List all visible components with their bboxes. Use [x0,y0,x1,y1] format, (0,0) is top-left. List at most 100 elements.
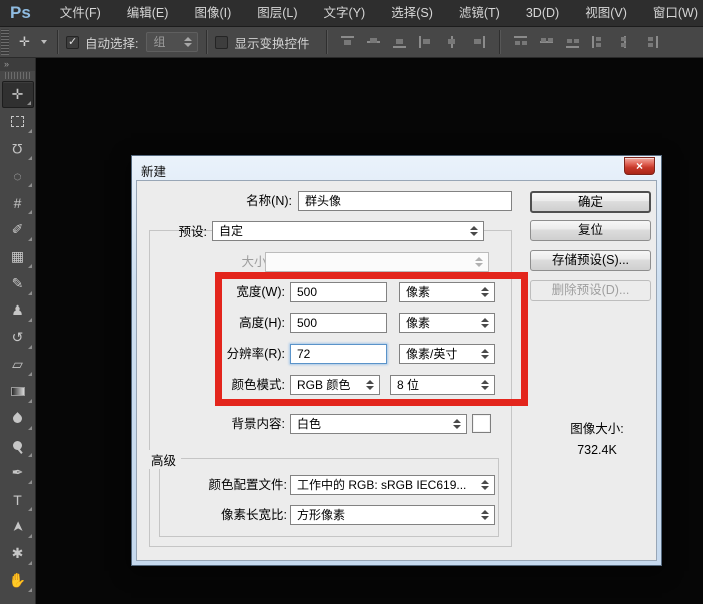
panel-grip[interactable] [5,72,30,79]
separator [498,30,500,54]
spot-healing-brush-tool-icon[interactable]: ▦ [2,243,34,270]
spinner-icon [453,419,461,429]
ok-button[interactable]: 确定 [530,191,651,213]
spinner-icon [481,349,489,359]
new-document-dialog: 新建 × 名称(N): 群头像 预设: 自定 大小: 宽度(W): 500 像素… [131,155,662,566]
distribute-horizontal-centers-icon[interactable] [617,35,633,49]
lasso-tool-icon[interactable]: Ω [2,135,34,162]
move-tool-preset-icon[interactable]: ✛ [15,31,49,53]
auto-select-target-dropdown[interactable]: 组 [146,32,199,52]
background-contents-dropdown[interactable]: 白色 [290,414,467,434]
tools-panel: » ✛ Ω ◌ # ✐ ▦ ✎ ♟ ↺ ▱ ✒ T ➤ ✱ ✋ ○ [0,58,36,604]
spinner-icon [481,510,489,520]
advanced-label: 高级 [146,450,182,469]
align-horizontal-centers-icon[interactable] [444,35,460,49]
distribute-right-edges-icon[interactable] [643,35,659,49]
distribute-top-edges-icon[interactable] [513,35,529,49]
background-contents-label: 背景内容: [231,417,285,431]
align-bottom-edges-icon[interactable] [392,35,408,49]
align-vertical-centers-icon[interactable] [366,35,382,49]
distribute-vertical-centers-icon[interactable] [539,35,555,49]
menu-view[interactable]: 视图(V) [572,0,640,27]
align-left-edges-icon[interactable] [418,35,434,49]
chevron-down-icon [41,40,47,44]
spinner-icon [184,37,193,47]
spinner-icon [470,226,478,236]
hand-tool-icon[interactable]: ✋ [2,567,34,594]
brush-tool-icon[interactable]: ✎ [2,270,34,297]
menu-window[interactable]: 窗口(W) [640,0,703,27]
dialog-title: 新建 [141,165,167,179]
name-input[interactable]: 群头像 [298,191,512,211]
close-icon[interactable]: × [624,157,655,175]
blur-tool-icon[interactable] [2,405,34,432]
distribute-left-edges-icon[interactable] [591,35,607,49]
eyedropper-tool-icon[interactable]: ✐ [2,216,34,243]
show-transform-controls-label: 显示变换控件 [234,36,310,51]
color-mode-dropdown[interactable]: RGB 颜色 [290,375,380,395]
resolution-label: 分辨率(R): [226,347,285,361]
tool-options-bar: ✛ 自动选择: 组 显示变换控件 [0,27,703,58]
color-profile-dropdown[interactable]: 工作中的 RGB: sRGB IEC619... [290,475,495,495]
preset-dropdown[interactable]: 自定 [212,221,484,241]
dialog-title-bar[interactable]: 新建 × [132,156,661,180]
distribute-bottom-edges-icon[interactable] [565,35,581,49]
reset-button[interactable]: 复位 [530,220,651,241]
quick-selection-tool-icon[interactable]: ◌ [2,162,34,189]
menu-file[interactable]: 文件(F) [47,0,114,27]
spinner-icon [481,287,489,297]
auto-select-label: 自动选择: [85,36,139,51]
image-size-value: 732.4K [577,443,617,457]
menu-layer[interactable]: 图层(L) [244,0,310,27]
width-input[interactable]: 500 [290,282,387,302]
history-brush-tool-icon[interactable]: ↺ [2,324,34,351]
preset-label: 预设: [178,225,207,239]
move-tool-icon[interactable]: ✛ [1,81,34,108]
height-unit-dropdown[interactable]: 像素 [399,313,495,333]
show-transform-controls-checkbox[interactable] [215,35,229,49]
resolution-input[interactable]: 72 [290,344,387,364]
separator [57,30,58,54]
align-right-edges-icon[interactable] [470,35,486,49]
spinner-icon [481,480,489,490]
options-bar-grip[interactable] [1,29,9,55]
menu-image[interactable]: 图像(I) [181,0,244,27]
type-tool-icon[interactable]: T [2,486,34,513]
crop-tool-icon[interactable]: # [2,189,34,216]
custom-shape-tool-icon[interactable]: ✱ [2,540,34,567]
photoshop-logo: Ps [10,3,31,22]
height-input[interactable]: 500 [290,313,387,333]
separator [206,30,208,54]
menu-filter[interactable]: 滤镜(T) [446,0,513,27]
delete-preset-button: 删除预设(D)... [530,280,651,301]
gradient-tool-icon[interactable] [2,378,34,405]
pen-tool-icon[interactable]: ✒ [2,459,34,486]
pixel-aspect-ratio-dropdown[interactable]: 方形像素 [290,505,495,525]
menu-edit[interactable]: 编辑(E) [114,0,182,27]
auto-select-checkbox[interactable] [66,35,79,49]
collapse-panel-icon[interactable]: » [0,58,35,71]
path-selection-tool-icon[interactable]: ➤ [2,513,34,540]
resolution-unit-dropdown[interactable]: 像素/英寸 [399,344,495,364]
save-preset-button[interactable]: 存储预设(S)... [530,250,651,271]
bit-depth-dropdown[interactable]: 8 位 [390,375,495,395]
size-label: 大小: [241,255,270,269]
spinner-icon [475,257,483,267]
background-color-swatch[interactable] [472,414,491,433]
width-unit-dropdown[interactable]: 像素 [399,282,495,302]
align-top-edges-icon[interactable] [340,35,356,49]
dialog-body: 名称(N): 群头像 预设: 自定 大小: 宽度(W): 500 像素 高度(H… [136,180,657,561]
zoom-tool-icon[interactable]: ○ [2,594,34,604]
dodge-tool-icon[interactable] [2,432,34,459]
eraser-tool-icon[interactable]: ▱ [2,351,34,378]
pixel-aspect-ratio-label: 像素长宽比: [221,508,287,522]
menu-type[interactable]: 文字(Y) [311,0,379,27]
menu-select[interactable]: 选择(S) [378,0,446,27]
spinner-icon [481,318,489,328]
width-label: 宽度(W): [236,285,285,299]
advanced-group-box: 高级 [146,450,499,537]
menu-3d[interactable]: 3D(D) [513,0,572,27]
separator [325,30,327,54]
rectangular-marquee-tool-icon[interactable] [2,108,34,135]
clone-stamp-tool-icon[interactable]: ♟ [2,297,34,324]
